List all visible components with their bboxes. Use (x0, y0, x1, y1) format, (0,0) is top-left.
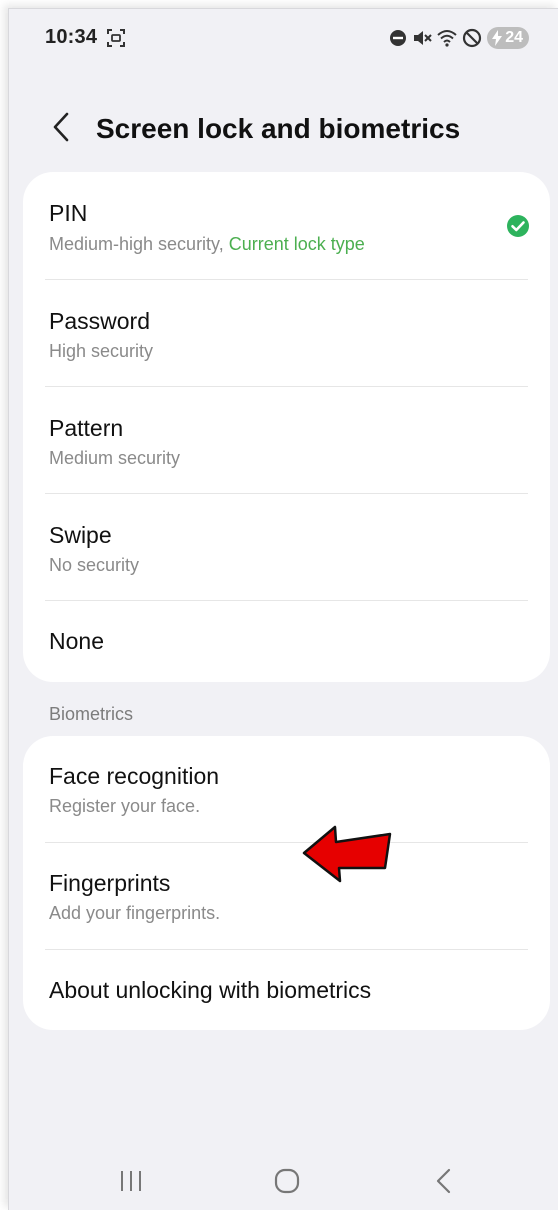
biometric-title: Fingerprints (49, 870, 171, 896)
lock-option-subtitle: Medium security (49, 448, 181, 468)
annotation-arrow-icon (302, 825, 392, 883)
home-icon (274, 1168, 300, 1194)
do-not-disturb-icon (390, 30, 407, 46)
status-bar: 10:34 24 (9, 9, 558, 65)
biometric-title: Face recognition (49, 763, 220, 789)
lock-option-password[interactable]: Password High security (23, 280, 550, 386)
back-nav-icon (436, 1168, 451, 1194)
biometrics-list: Face recognition Register your face. Fin… (23, 736, 550, 1030)
section-label-biometrics: Biometrics (49, 704, 134, 724)
biometric-title: About unlocking with biometrics (49, 977, 372, 1003)
lock-option-title: Pattern (49, 415, 124, 441)
biometric-subtitle: Register your face. (49, 796, 201, 816)
lock-option-pattern[interactable]: Pattern Medium security (23, 387, 550, 493)
blocked-icon (463, 28, 482, 48)
home-button[interactable] (267, 1165, 307, 1197)
navigation-bar (9, 1159, 558, 1203)
app-header: Screen lock and biometrics (9, 99, 558, 155)
lock-option-title: PIN (49, 200, 88, 226)
lock-option-none[interactable]: None (23, 601, 550, 682)
check-circle-icon (507, 215, 529, 237)
lock-type-list: PIN Medium-high security, Current lock t… (23, 172, 550, 682)
about-biometrics-link[interactable]: About unlocking with biometrics (23, 950, 550, 1030)
page-title: Screen lock and biometrics (96, 113, 461, 144)
lock-option-title: Swipe (49, 522, 112, 548)
battery-level: 24 (505, 29, 523, 46)
lock-option-title: None (49, 628, 104, 654)
lock-option-swipe[interactable]: Swipe No security (23, 494, 550, 600)
lock-option-title: Password (49, 308, 150, 334)
wifi-icon (437, 30, 457, 47)
status-icons: 24 (389, 26, 529, 50)
biometric-subtitle: Add your fingerprints. (49, 903, 221, 923)
screen-capture-icon (107, 29, 125, 47)
biometric-fingerprints[interactable]: Fingerprints Add your fingerprints. (23, 843, 550, 949)
biometric-face-recognition[interactable]: Face recognition Register your face. (23, 736, 550, 842)
recents-button[interactable] (111, 1165, 151, 1197)
charging-bolt-icon (492, 30, 503, 46)
status-time: 10:34 (45, 26, 98, 48)
lock-option-pin[interactable]: PIN Medium-high security, Current lock t… (23, 172, 550, 279)
recents-icon (121, 1171, 141, 1191)
back-button[interactable] (39, 105, 83, 149)
lock-option-subtitle: High security (49, 341, 154, 361)
back-nav-button[interactable] (423, 1165, 463, 1197)
battery-indicator: 24 (487, 27, 529, 49)
phone-screen: 10:34 24 Screen lock and biometrics PIN … (8, 8, 558, 1210)
lock-option-subtitle: Medium-high security, Current lock type (49, 234, 365, 254)
mute-icon (414, 31, 432, 45)
chevron-left-icon (53, 112, 69, 142)
current-lock-type-label: Current lock type (228, 234, 365, 254)
lock-option-subtitle: No security (49, 555, 140, 575)
